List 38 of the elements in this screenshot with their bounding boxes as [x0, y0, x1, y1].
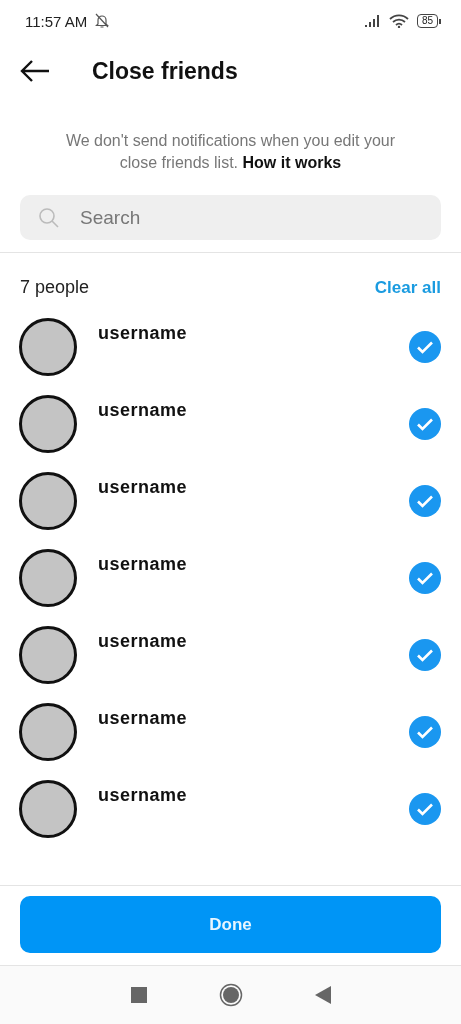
- checkbox[interactable]: [409, 561, 441, 594]
- username: username: [98, 477, 189, 498]
- username: username: [98, 400, 189, 421]
- clear-all-link[interactable]: Clear all: [374, 277, 441, 298]
- status-time: 11:57 AM: [25, 12, 88, 30]
- home-icon[interactable]: [218, 983, 243, 1007]
- back-icon[interactable]: [314, 986, 331, 1004]
- checkbox[interactable]: [409, 330, 441, 363]
- people-count: 7 people: [20, 277, 90, 298]
- back-button[interactable]: [20, 60, 50, 82]
- avatar: [19, 394, 77, 453]
- checkbox[interactable]: [409, 715, 441, 748]
- avatar: [19, 317, 77, 376]
- info-text: We don't send notifications when you edit your close friends list. How it works: [64, 131, 397, 173]
- checkbox[interactable]: [409, 638, 441, 671]
- wifi-icon: [388, 14, 409, 28]
- username: username: [98, 554, 189, 575]
- bell-off-icon: [95, 13, 110, 29]
- avatar: [19, 548, 77, 607]
- signal-icon: [364, 15, 381, 27]
- username: username: [98, 708, 189, 729]
- back-arrow-icon: [20, 60, 50, 82]
- username: username: [98, 631, 189, 652]
- checkbox[interactable]: [409, 792, 441, 825]
- checkbox[interactable]: [409, 484, 441, 517]
- username: username: [98, 323, 189, 344]
- avatar: [19, 471, 77, 530]
- screen-title: Close friends: [92, 57, 238, 85]
- username: username: [98, 785, 189, 806]
- checkbox[interactable]: [409, 407, 441, 440]
- avatar: [19, 702, 77, 761]
- battery-icon: 85: [416, 14, 441, 28]
- search-field[interactable]: Search: [20, 195, 441, 240]
- done-button[interactable]: Done: [20, 896, 441, 953]
- avatar: [19, 625, 77, 684]
- recents-icon[interactable]: [130, 987, 147, 1003]
- how-it-works-link[interactable]: How it works: [242, 154, 342, 171]
- avatar: [19, 779, 77, 838]
